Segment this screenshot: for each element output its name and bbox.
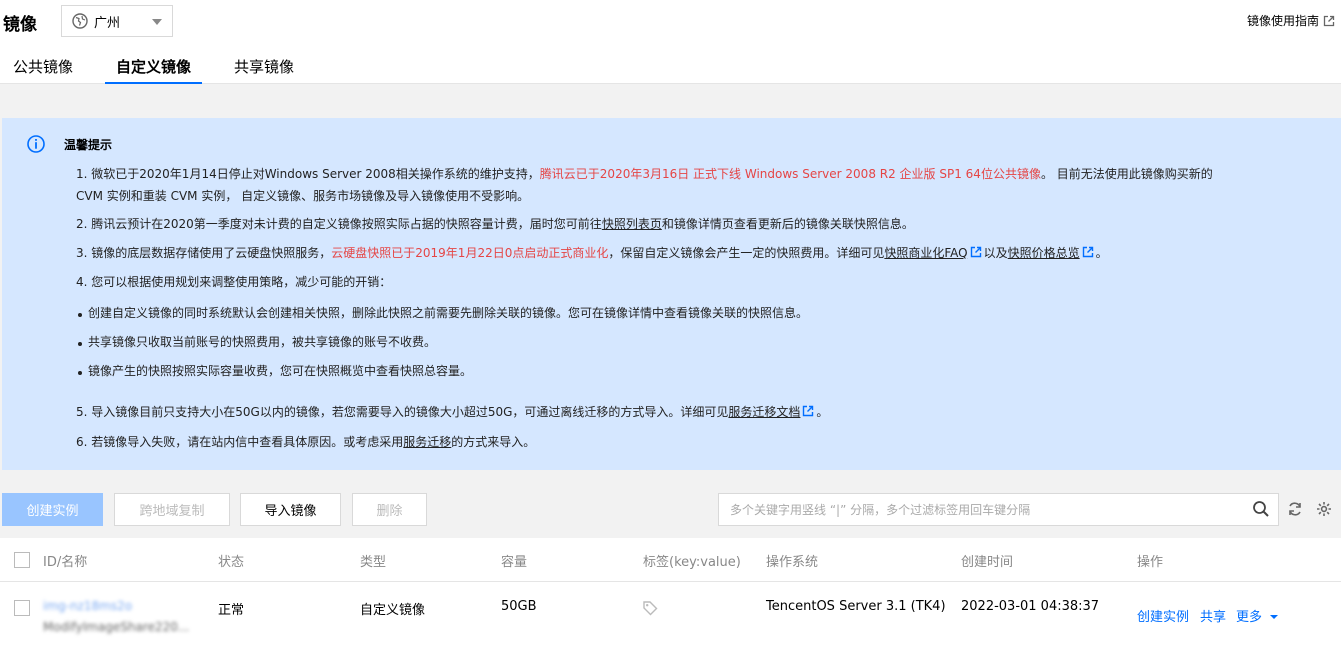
bullet-dot	[78, 371, 82, 375]
column-header-type: 类型	[360, 555, 387, 570]
notice-line-3: 3. 镜像的底层数据存储使用了云硬盘快照服务，云硬盘快照已于2019年1月22日…	[76, 243, 1108, 263]
search-icon[interactable]	[1252, 500, 1270, 518]
notice-line-1-cont: CVM 实例和重装 CVM 实例， 自定义镜像、服务市场镜像及导入镜像使用不受影…	[76, 189, 530, 203]
image-guide-link[interactable]: 镜像使用指南	[1247, 12, 1335, 29]
notice-panel: 温馨提示 1. 微软已于2020年1月14日停止对Windows Server …	[2, 118, 1341, 470]
notice-text: ，保留自定义镜像会产生一定的快照费用。详细可见	[608, 246, 885, 260]
guide-link-label: 镜像使用指南	[1246, 14, 1319, 28]
image-tabs: 公共镜像 自定义镜像 共享镜像	[0, 50, 307, 84]
cross-region-copy-button[interactable]: 跨地域复制	[114, 493, 230, 526]
notice-line-4: 4. 您可以根据使用规划来调整使用策略，减少可能的开销：	[76, 275, 392, 289]
notice-bullet-1: 创建自定义镜像的同时系统默认会创建相关快照，删除此快照之前需要先删除关联的镜像。…	[88, 306, 809, 320]
snapshot-list-link[interactable]: 快照列表页	[602, 217, 662, 231]
search-input[interactable]: 多个关键字用竖线 “|” 分隔，多个过滤标签用回车键分隔	[718, 493, 1279, 526]
notice-warning-text: 云硬盘快照已于2019年1月22日0点启动正式商业化	[331, 246, 609, 260]
chevron-down-icon	[152, 19, 162, 25]
bullet-dot	[78, 342, 82, 346]
notice-text: 。	[1095, 246, 1108, 260]
notice-line-5: 5. 导入镜像目前只支持大小在50G以内的镜像，若您需要导入的镜像大小超过50G…	[76, 402, 828, 422]
capacity-text: 50GB	[501, 599, 537, 614]
notice-text: 3. 镜像的底层数据存储使用了云硬盘快照服务，	[76, 246, 332, 260]
notice-text: 。 目前无法使用此镜像购买新的	[1040, 167, 1213, 181]
select-all-checkbox[interactable]	[14, 552, 30, 568]
share-link[interactable]: 共享	[1200, 606, 1226, 625]
chevron-down-icon	[1270, 615, 1279, 619]
delete-button[interactable]: 删除	[352, 493, 427, 526]
notice-text: 6. 若镜像导入失败，请在站内信中查看具体原因。或考虑采用	[76, 435, 404, 449]
notice-bullet-3: 镜像产生的快照按照实际容量收费，您可在快照概览中查看快照总容量。	[88, 364, 473, 378]
notice-text: 2. 腾讯云预计在2020第一季度对未计费的自定义镜像按照实际占据的快照容量计费…	[76, 217, 602, 231]
image-id-link[interactable]: img-nz18ms2o	[43, 599, 132, 613]
more-actions-link[interactable]: 更多	[1236, 606, 1279, 625]
region-select[interactable]: 广州	[61, 5, 173, 37]
image-name: ModifyImageShare220...	[43, 620, 190, 634]
gear-icon[interactable]	[1316, 501, 1332, 517]
notice-line-1: 1. 微软已于2020年1月14日停止对Windows Server 2008相…	[76, 164, 1213, 184]
external-link-icon	[803, 405, 814, 417]
create-instance-link[interactable]: 创建实例	[1137, 606, 1189, 625]
notice-text: 的方式来导入。	[451, 435, 536, 449]
info-icon	[27, 135, 45, 153]
notice-line-2: 2. 腾讯云预计在2020第一季度对未计费的自定义镜像按照实际占据的快照容量计费…	[76, 214, 914, 234]
notice-warning-text: 腾讯云已于2020年3月16日 正式下线 Windows Server 2008…	[539, 167, 1041, 181]
external-link-icon	[970, 246, 981, 258]
notice-text: 1. 微软已于2020年1月14日停止对Windows Server 2008相…	[76, 167, 540, 181]
external-link-icon	[1082, 246, 1093, 258]
refresh-icon[interactable]	[1287, 501, 1303, 517]
search-placeholder: 多个关键字用竖线 “|” 分隔，多个过滤标签用回车键分隔	[730, 503, 1031, 517]
notice-bullet-2: 共享镜像只收取当前账号的快照费用，被共享镜像的账号不收费。	[88, 335, 437, 349]
column-header-status: 状态	[218, 555, 245, 570]
tab-shared-images[interactable]: 共享镜像	[221, 50, 307, 84]
column-header-actions: 操作	[1137, 555, 1164, 570]
tag-icon[interactable]	[642, 600, 658, 616]
status-text: 正常	[218, 603, 245, 618]
snapshot-faq-link[interactable]: 快照商业化FAQ	[884, 246, 967, 260]
external-link-icon	[1323, 15, 1335, 26]
region-label: 广州	[94, 15, 121, 31]
os-text: TencentOS Server 3.1 (TK4)	[766, 599, 946, 614]
notice-text: 。	[816, 405, 829, 419]
image-table: ID/名称 状态 类型 容量 标签(key:value) 操作系统 创建时间 操…	[0, 538, 1341, 653]
column-header-capacity: 容量	[501, 555, 528, 570]
migration-service-link[interactable]: 服务迁移	[403, 435, 451, 449]
table-header: ID/名称 状态 类型 容量 标签(key:value) 操作系统 创建时间 操…	[0, 538, 1341, 582]
tab-public-images[interactable]: 公共镜像	[0, 50, 86, 84]
notice-text: 和镜像详情页查看更新后的镜像关联快照信息。	[661, 217, 914, 231]
column-header-os: 操作系统	[766, 555, 819, 570]
bullet-dot	[78, 313, 82, 317]
column-header-tags: 标签(key:value)	[643, 555, 741, 570]
notice-line-6: 6. 若镜像导入失败，请在站内信中查看具体原因。或考虑采用服务迁移的方式来导入。	[76, 432, 535, 452]
create-instance-button[interactable]: 创建实例	[2, 493, 103, 526]
snapshot-price-link[interactable]: 快照价格总览	[1008, 246, 1080, 260]
column-header-id-name: ID/名称	[43, 555, 88, 570]
tab-custom-images[interactable]: 自定义镜像	[105, 50, 203, 84]
migration-doc-link[interactable]: 服务迁移文档	[728, 405, 800, 419]
column-header-created: 创建时间	[961, 555, 1014, 570]
notice-title: 温馨提示	[64, 138, 113, 152]
more-label: 更多	[1236, 610, 1263, 625]
type-text: 自定义镜像	[360, 603, 426, 618]
top-bar: 镜像 广州 镜像使用指南 公共镜像 自定义镜像 共享镜像	[0, 0, 1341, 84]
page-title: 镜像	[3, 15, 37, 35]
notice-text: 以及	[983, 246, 1008, 260]
created-time: 2022-03-01 04:38:37	[961, 599, 1100, 614]
notice-text: 5. 导入镜像目前只支持大小在50G以内的镜像，若您需要导入的镜像大小超过50G…	[76, 405, 729, 419]
globe-icon	[72, 13, 88, 29]
row-checkbox[interactable]	[14, 600, 30, 616]
import-image-button[interactable]: 导入镜像	[240, 493, 341, 526]
